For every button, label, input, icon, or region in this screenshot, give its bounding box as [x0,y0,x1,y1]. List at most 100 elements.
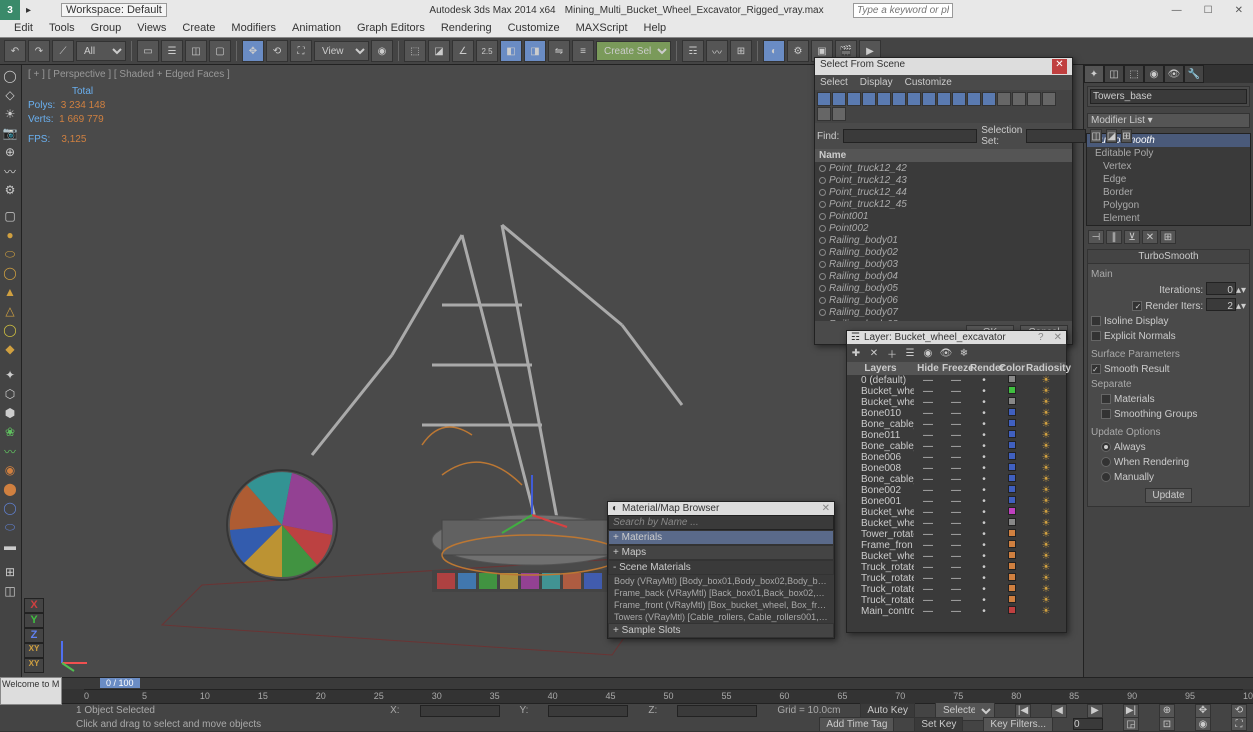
tool-g-icon[interactable]: ⬤ [0,480,20,498]
nav4-icon[interactable]: ◲ [1123,717,1139,731]
sfs-filter-icons[interactable] [815,90,1072,123]
axis-x-button[interactable]: X [24,598,44,613]
close-icon[interactable]: ✕ [1229,3,1249,18]
nav7-icon[interactable]: ⛶ [1231,717,1247,731]
ref-coord-dropdown[interactable]: View [314,41,369,61]
pivot-icon[interactable]: ◉ [371,40,393,62]
isoline-checkbox[interactable] [1091,316,1101,326]
geometry-icon[interactable]: ◯ [0,67,20,85]
layer-row[interactable]: Bone006——•☀ [847,452,1066,463]
tube-icon[interactable]: ◯ [0,321,20,339]
select-name-icon[interactable]: ☰ [161,40,183,62]
tool-l-icon[interactable]: ◫ [0,582,20,600]
sfs-row[interactable]: Point_truck12_44 [815,186,1072,198]
layer-row[interactable]: Frame_fron…ov——•☀ [847,540,1066,551]
layer-del-icon[interactable]: ✕ [867,346,881,360]
frame-input[interactable] [1073,718,1103,730]
tab-display-icon[interactable]: 👁 [1164,65,1184,83]
layer-row[interactable]: Bone008——•☀ [847,463,1066,474]
sfs-row[interactable]: Point_truck12_42 [815,162,1072,174]
menu-animation[interactable]: Animation [284,20,349,37]
render-iters-checkbox[interactable] [1132,301,1142,311]
menu-graph-editors[interactable]: Graph Editors [349,20,433,37]
sfs-row[interactable]: Railing_body06 [815,294,1072,306]
tab-hierarchy-icon[interactable]: ⬚ [1124,65,1144,83]
layer-row[interactable]: Bucket_whee…cont——•☀ [847,518,1066,529]
sfs-opt3-icon[interactable]: ⊞ [1121,129,1131,143]
play-next-icon[interactable]: ▶| [1123,704,1139,718]
sfs-row[interactable]: Railing_body02 [815,246,1072,258]
configure-icon[interactable]: ⊞ [1160,230,1176,244]
torus-icon[interactable]: ◯ [0,264,20,282]
redo-icon[interactable]: ↷ [28,40,50,62]
cameras-icon[interactable]: 📷 [0,124,20,142]
layer-row[interactable]: Truck_rotate_c——•☀ [847,573,1066,584]
mmb-item[interactable]: Frame_back (VRayMtl) [Back_box01,Back_bo… [608,587,834,599]
axis-xy-button[interactable]: XY [24,643,44,658]
setkey-button[interactable]: Set Key [914,717,963,732]
layer-row[interactable]: Bone_cable_bacl——•☀ [847,419,1066,430]
menu-modifiers[interactable]: Modifiers [223,20,284,37]
object-name-input[interactable] [1090,89,1247,104]
update-always-radio[interactable] [1101,442,1111,452]
schematic-icon[interactable]: ⊞ [730,40,752,62]
layer-row[interactable]: Bone_cable_bacl——•☀ [847,474,1066,485]
cone-icon[interactable]: △ [0,302,20,320]
angle-snap-icon[interactable]: ∠ [452,40,474,62]
tool-a-icon[interactable]: ✦ [0,366,20,384]
tool-f-icon[interactable]: ◉ [0,461,20,479]
nav1-icon[interactable]: ⊕ [1159,704,1175,718]
play-prev-icon[interactable]: ◀ [1051,704,1067,718]
sfs-menu-customize[interactable]: Customize [905,77,952,88]
layer-close-icon[interactable]: ✕ [1054,332,1062,343]
sfs-row[interactable]: Point001 [815,210,1072,222]
render-iters-spinner[interactable]: 2 [1206,298,1236,311]
snap-toggle-icon[interactable]: ◪ [428,40,450,62]
mmb-item[interactable]: Body (VRayMtl) [Body_box01,Body_box02,Bo… [608,575,834,587]
systems-icon[interactable]: ⚙ [0,181,20,199]
menu-help[interactable]: Help [636,20,675,37]
helpers-icon[interactable]: ⊕ [0,143,20,161]
nav2-icon[interactable]: ✥ [1195,704,1211,718]
coord-y-input[interactable] [548,705,628,717]
menu-customize[interactable]: Customize [500,20,568,37]
update-button[interactable]: Update [1145,488,1191,503]
layer-hl-icon[interactable]: ◉ [921,346,935,360]
tool-j-icon[interactable]: ▬ [0,537,20,555]
coord-z-input[interactable] [677,705,757,717]
layer-row[interactable]: Bucket_wheel_exca——•☀ [847,386,1066,397]
tab-motion-icon[interactable]: ◉ [1144,65,1164,83]
tool-c-icon[interactable]: ⬢ [0,404,20,422]
layer-row[interactable]: Bucket_whe…tor_h——•☀ [847,507,1066,518]
unique-icon[interactable]: ⊻ [1124,230,1140,244]
help-search-input[interactable] [853,3,953,18]
layer-new-icon[interactable]: ✚ [849,346,863,360]
edit-named-sel-icon[interactable]: ◨ [524,40,546,62]
remove-mod-icon[interactable]: ✕ [1142,230,1158,244]
tab-utilities-icon[interactable]: 🔧 [1184,65,1204,83]
menu-edit[interactable]: Edit [6,20,41,37]
menu-tools[interactable]: Tools [41,20,83,37]
mirror-icon[interactable]: ⇋ [548,40,570,62]
tool-i-icon[interactable]: ⬭ [0,518,20,536]
sfs-selset-input[interactable] [1026,129,1086,143]
viewport-label[interactable]: [ + ] [ Perspective ] [ Shaded + Edged F… [28,69,230,80]
update-manual-radio[interactable] [1101,472,1111,482]
menu-maxscript[interactable]: MAXScript [568,20,636,37]
tool-e-icon[interactable]: 〰 [0,442,20,460]
selection-filter-dropdown[interactable]: All [76,41,126,61]
layer-row[interactable]: Truck_rotate_co——•☀ [847,595,1066,606]
menu-rendering[interactable]: Rendering [433,20,500,37]
time-slider[interactable]: 0 / 100 [0,677,1253,689]
coord-x-input[interactable] [420,705,500,717]
sep-sgroups-checkbox[interactable] [1101,409,1111,419]
layer-row[interactable]: Truck_rotate_co——•☀ [847,584,1066,595]
sfs-row[interactable]: Railing_body05 [815,282,1072,294]
axis-y-button[interactable]: Y [24,613,44,628]
sfs-opt1-icon[interactable]: ◫ [1090,129,1101,143]
layer-row[interactable]: Bone_cable_bacl——•☀ [847,441,1066,452]
teapot-icon[interactable]: ▲ [0,283,20,301]
layer-row[interactable]: Bone010——•☀ [847,408,1066,419]
tool-h-icon[interactable]: ◯ [0,499,20,517]
play-start-icon[interactable]: |◀ [1015,704,1031,718]
